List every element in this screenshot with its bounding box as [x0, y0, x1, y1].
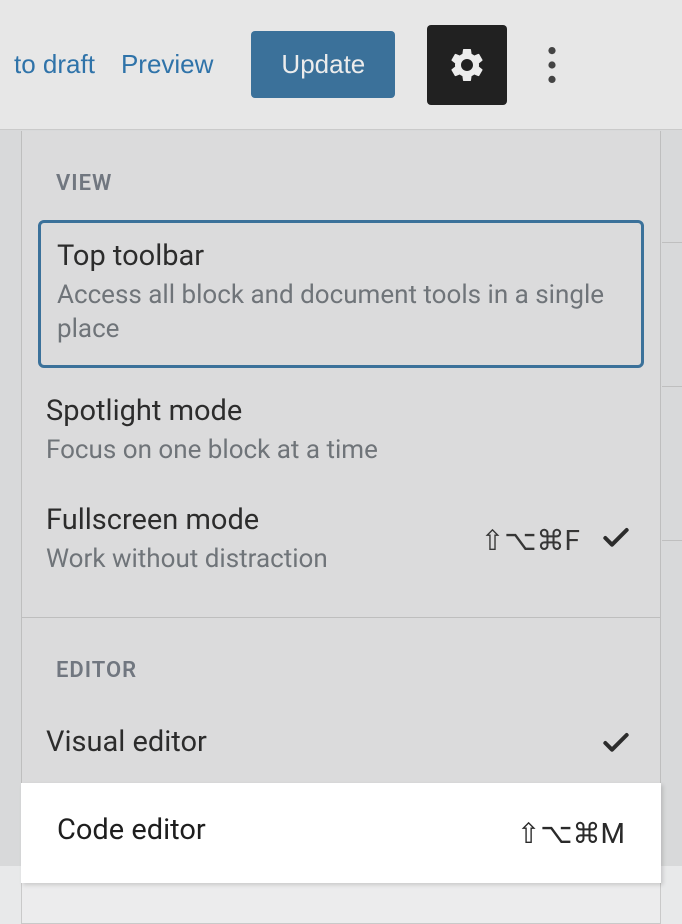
view-section-title: VIEW: [22, 131, 660, 220]
menu-item-top-toolbar[interactable]: Top toolbar Access all block and documen…: [38, 220, 644, 368]
update-button[interactable]: Update: [251, 31, 395, 98]
kebab-icon: [548, 47, 556, 83]
fullscreen-shortcut: ⇧⌥⌘F: [481, 524, 580, 557]
code-editor-shortcut: ⇧⌥⌘M: [517, 817, 625, 850]
spotlight-title: Spotlight mode: [46, 394, 632, 428]
fullscreen-desc: Work without distraction: [46, 543, 461, 577]
check-icon: [600, 522, 632, 558]
check-icon: [600, 727, 632, 763]
top-toolbar-desc: Access all block and document tools in a…: [57, 279, 625, 347]
menu-item-code-editor[interactable]: Code editor ⇧⌥⌘M: [21, 783, 661, 883]
menu-item-fullscreen[interactable]: Fullscreen mode Work without distraction…: [22, 485, 660, 595]
editor-topbar: to draft Preview Update: [0, 0, 682, 130]
visual-editor-title: Visual editor: [46, 725, 580, 759]
gear-icon: [447, 45, 487, 85]
editor-section-title: EDITOR: [22, 618, 660, 707]
more-options-button[interactable]: [527, 25, 577, 105]
preview-button[interactable]: Preview: [115, 41, 219, 88]
settings-button[interactable]: [427, 25, 507, 105]
fullscreen-title: Fullscreen mode: [46, 503, 461, 537]
menu-item-visual-editor[interactable]: Visual editor: [22, 707, 660, 783]
top-toolbar-title: Top toolbar: [57, 239, 625, 273]
spotlight-desc: Focus on one block at a time: [46, 434, 632, 468]
switch-to-draft-button[interactable]: to draft: [8, 41, 101, 88]
menu-item-spotlight[interactable]: Spotlight mode Focus on one block at a t…: [22, 376, 660, 486]
code-editor-title: Code editor: [57, 813, 497, 847]
options-menu: VIEW Top toolbar Access all block and do…: [21, 131, 661, 924]
